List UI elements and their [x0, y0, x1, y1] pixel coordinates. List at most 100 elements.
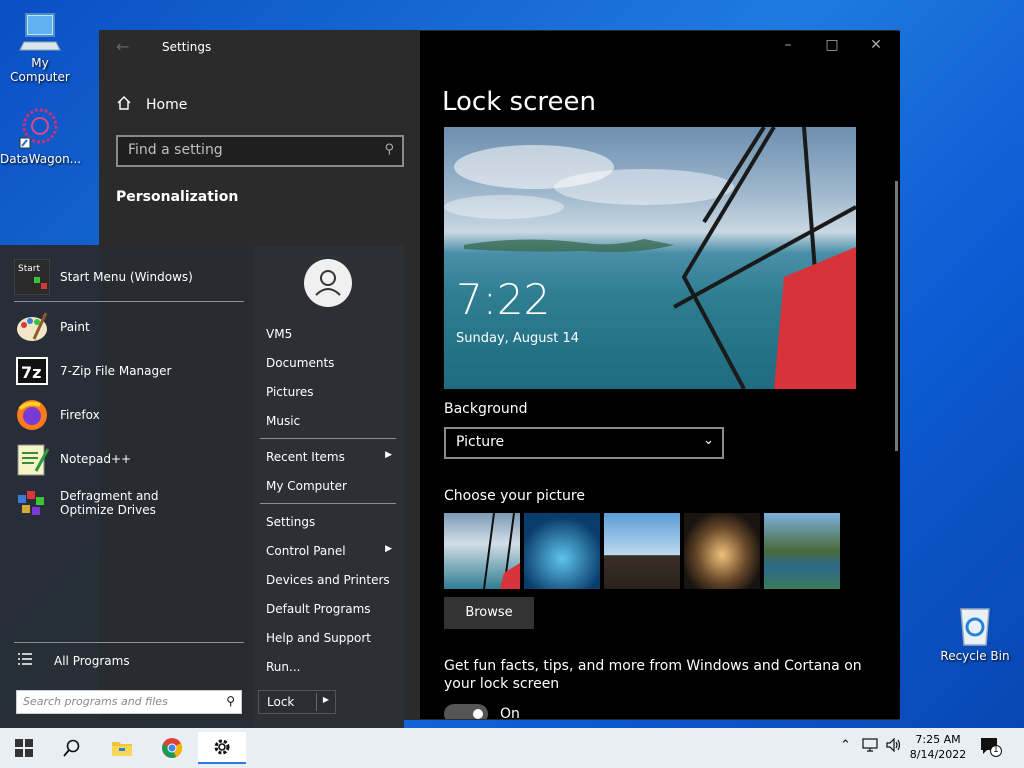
monitor-icon [18, 10, 62, 54]
place-label: Recent Items [266, 450, 345, 464]
program-start-menu[interactable]: Start Start Menu (Windows) [13, 258, 193, 296]
place-music[interactable]: Music [266, 414, 396, 428]
place-control-panel[interactable]: Control Panel ▶ [266, 544, 396, 558]
thumbnail-4[interactable] [684, 513, 760, 589]
back-arrow-icon[interactable]: ← [116, 37, 129, 56]
divider [260, 438, 396, 439]
preview-clock: 7:22 [456, 275, 551, 324]
firefox-icon [14, 397, 50, 433]
user-avatar[interactable] [304, 259, 352, 307]
taskbar: ⌃ 7:25 AM 8/14/2022 1 [0, 728, 1024, 768]
settings-content-pane: – □ ✕ Lock screen 7:22 Sunday, August 14… [420, 31, 900, 719]
background-dropdown[interactable]: Picture ⌄ [444, 427, 724, 459]
start-menu: Start Start Menu (Windows) Paint 7z 7-Zi… [0, 245, 404, 728]
desktop-icon-recycle-bin[interactable]: Recycle Bin [935, 603, 1015, 663]
start-places-column: VM5 Documents Pictures Music Recent Item… [254, 245, 404, 728]
thumbnail-2[interactable] [524, 513, 600, 589]
program-7zip[interactable]: 7z 7-Zip File Manager [14, 353, 171, 389]
search-icon [63, 739, 80, 757]
program-notepadpp[interactable]: Notepad++ [14, 441, 131, 477]
desktop-icon-my-computer[interactable]: My Computer [0, 10, 80, 84]
place-recent-items[interactable]: Recent Items ▶ [266, 450, 396, 464]
divider [14, 642, 244, 643]
place-user[interactable]: VM5 [266, 327, 396, 341]
program-defrag[interactable]: Defragment and Optimize Drives [14, 485, 214, 521]
place-documents[interactable]: Documents [266, 356, 396, 370]
program-label: Defragment and Optimize Drives [60, 489, 159, 517]
thumbnail-image [483, 512, 520, 590]
divider [260, 503, 396, 504]
thumbnail-1[interactable] [444, 512, 520, 590]
chevron-down-icon: ⌄ [703, 433, 714, 448]
start-menu-icon: Start [13, 258, 51, 296]
lock-label: Lock [267, 695, 295, 709]
maximize-button[interactable]: □ [816, 37, 848, 57]
svg-text:Start: Start [18, 264, 40, 274]
place-default-programs[interactable]: Default Programs [266, 602, 396, 616]
list-icon [18, 652, 32, 669]
picture-thumbnails [444, 512, 840, 590]
program-label: Start Menu (Windows) [60, 270, 193, 284]
window-title: Settings [162, 40, 212, 54]
lock-screen-preview: 7:22 Sunday, August 14 [444, 127, 856, 389]
start-programs-column: Start Start Menu (Windows) Paint 7z 7-Zi… [0, 245, 254, 728]
taskbar-file-explorer[interactable] [98, 732, 146, 764]
chrome-icon [162, 738, 183, 758]
find-setting-placeholder: Find a setting [128, 142, 223, 158]
thumbnail-5[interactable] [764, 513, 840, 589]
search-icon: ⚲ [226, 694, 235, 708]
find-setting-input[interactable]: Find a setting ⚲ [116, 135, 404, 167]
place-devices-printers[interactable]: Devices and Printers [266, 573, 396, 587]
notification-count: 1 [993, 745, 999, 755]
clock-time: 7:25 AM [915, 733, 961, 746]
start-search-input[interactable]: Search programs and files ⚲ [16, 690, 242, 714]
start-button[interactable] [0, 732, 48, 764]
divider [316, 693, 317, 711]
nav-home[interactable]: Home [116, 95, 187, 115]
background-selected: Picture [456, 434, 505, 450]
submenu-arrow-icon: ▶ [385, 544, 392, 554]
volume-icon[interactable] [886, 737, 902, 756]
minimize-button[interactable]: – [772, 37, 804, 57]
program-firefox[interactable]: Firefox [14, 397, 100, 433]
chevron-right-icon[interactable]: ▶ [323, 695, 329, 704]
place-pictures[interactable]: Pictures [266, 385, 396, 399]
thumbnail-3[interactable] [604, 513, 680, 589]
chevron-up-icon[interactable]: ⌃ [840, 738, 851, 753]
7zip-icon: 7z [14, 353, 50, 389]
fun-facts-toggle[interactable] [444, 704, 488, 719]
paint-icon [14, 309, 50, 345]
taskbar-chrome[interactable] [148, 732, 196, 764]
lock-button[interactable]: Lock ▶ [258, 690, 336, 714]
submenu-arrow-icon: ▶ [385, 450, 392, 460]
desktop-icon-label: Recycle Bin [940, 649, 1010, 663]
defrag-icon [14, 485, 50, 521]
user-icon [315, 270, 341, 296]
windows-logo-icon [15, 739, 33, 757]
browse-button[interactable]: Browse [444, 597, 534, 629]
preview-image [444, 127, 856, 389]
start-search-placeholder: Search programs and files [23, 695, 168, 708]
content-scrollbar[interactable] [895, 181, 898, 451]
svg-text:7z: 7z [21, 363, 41, 382]
datawagon-icon [18, 106, 62, 150]
all-programs-button[interactable]: All Programs [18, 652, 130, 669]
folder-icon [112, 742, 132, 756]
program-label: Notepad++ [60, 452, 132, 466]
taskbar-settings[interactable] [198, 732, 246, 764]
action-center-button[interactable]: 1 [980, 737, 1002, 757]
network-icon[interactable] [862, 738, 878, 756]
place-help-support[interactable]: Help and Support [266, 631, 396, 645]
desktop-icon-datawagon[interactable]: DataWagon... [0, 106, 81, 166]
home-icon [116, 95, 132, 115]
close-button[interactable]: ✕ [860, 37, 892, 57]
program-paint[interactable]: Paint [14, 309, 90, 345]
place-my-computer[interactable]: My Computer [266, 479, 396, 493]
taskbar-search-button[interactable] [48, 732, 96, 764]
place-label: Control Panel [266, 544, 346, 558]
place-run[interactable]: Run... [266, 660, 396, 674]
taskbar-clock[interactable]: 7:25 AM 8/14/2022 [908, 732, 968, 762]
recycle-bin-icon [953, 603, 997, 647]
notepadpp-icon [14, 441, 50, 477]
place-settings[interactable]: Settings [266, 515, 396, 529]
